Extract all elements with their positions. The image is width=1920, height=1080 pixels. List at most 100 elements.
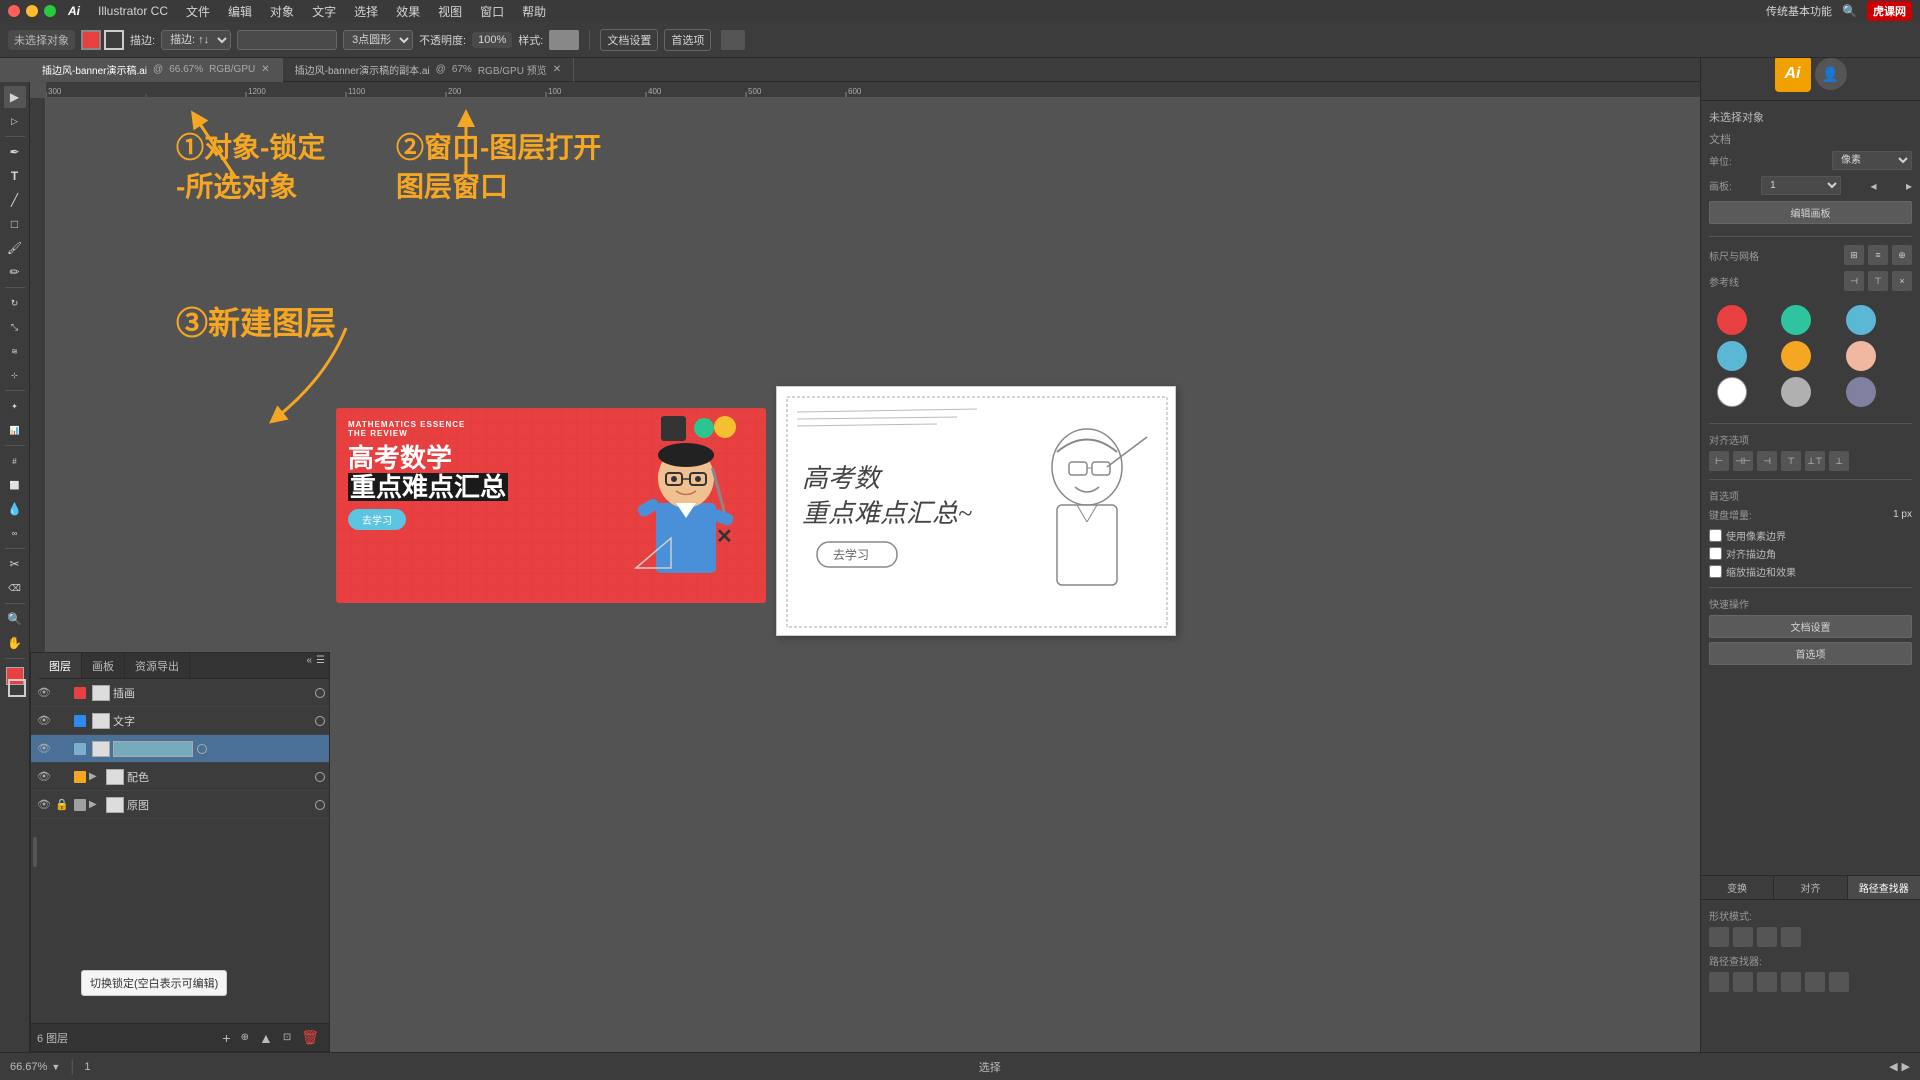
align-bottom-icon[interactable]: ⊥ xyxy=(1829,451,1849,471)
layer-expand-yuantu[interactable]: ▶ xyxy=(89,799,103,810)
shape-mode-unite[interactable] xyxy=(1709,927,1729,947)
menu-item-effect[interactable]: 效果 xyxy=(388,3,428,20)
gradient-tool[interactable]: ⬜ xyxy=(4,474,26,496)
edit-board-button[interactable]: 编辑画板 xyxy=(1709,201,1912,224)
guide-clear-icon[interactable]: × xyxy=(1892,271,1912,291)
color-swatch-orange[interactable] xyxy=(1781,341,1811,371)
layers-panel-options[interactable]: ☰ xyxy=(316,655,325,666)
layers-tab-boards[interactable]: 画板 xyxy=(82,653,125,678)
menu-item-text[interactable]: 文字 xyxy=(304,3,344,20)
layer-lock-yuantu[interactable]: 🔒 xyxy=(53,796,71,814)
pathfinder-5[interactable] xyxy=(1805,972,1825,992)
layer-row-yuantu[interactable]: 👁 🔒 ▶ 原图 xyxy=(31,791,329,819)
snap-icon[interactable]: ⊕ xyxy=(1892,245,1912,265)
color-swatch-gray[interactable] xyxy=(1781,377,1811,407)
color-swatch-teal[interactable] xyxy=(1781,305,1811,335)
layer-name-input[interactable] xyxy=(113,741,193,757)
layers-panel-collapse[interactable]: « xyxy=(306,655,312,666)
board-prev[interactable]: ◂ xyxy=(1871,179,1877,193)
pathfinder-4[interactable] xyxy=(1781,972,1801,992)
align-mid-icon[interactable]: ⊥⊤ xyxy=(1805,451,1825,471)
workspace-selector[interactable]: 传统基本功能 xyxy=(1766,3,1832,19)
layer-row-wenzi[interactable]: 👁 文字 xyxy=(31,707,329,735)
color-swatch-white[interactable] xyxy=(1717,377,1747,407)
layer-row-new[interactable]: 👁 xyxy=(31,735,329,763)
layers-collect-btn[interactable]: ⊡ xyxy=(279,1029,295,1046)
direct-selection-tool[interactable]: ▷ xyxy=(4,110,26,132)
guide-h-icon[interactable]: ⊣ xyxy=(1844,271,1864,291)
stroke-selector[interactable]: 描边: ↑↓ xyxy=(161,30,231,50)
align-top-icon[interactable]: ⊤ xyxy=(1781,451,1801,471)
layer-expand-peise[interactable]: ▶ xyxy=(89,771,103,782)
pathfinder-1[interactable] xyxy=(1709,972,1729,992)
menu-item-file[interactable]: 文件 xyxy=(178,3,218,20)
ruler-icon[interactable]: ≡ xyxy=(1868,245,1888,265)
align-left-icon[interactable]: ⊢ xyxy=(1709,451,1729,471)
layer-row-peise[interactable]: 👁 ▶ 配色 xyxy=(31,763,329,791)
layers-tab-export[interactable]: 资源导出 xyxy=(125,653,190,678)
tool-selector[interactable]: 未选择对象 xyxy=(8,30,75,50)
stroke-color[interactable] xyxy=(8,679,26,697)
panel-drag-handle[interactable] xyxy=(31,653,39,1051)
layer-lock-chua[interactable] xyxy=(53,684,71,702)
blend-tool[interactable]: ∞ xyxy=(4,522,26,544)
rectangle-tool[interactable]: □ xyxy=(4,213,26,235)
line-tool[interactable]: ╱ xyxy=(4,189,26,211)
quick-doc-settings-button[interactable]: 文档设置 xyxy=(1709,615,1912,638)
shape-selector[interactable]: 3点圆形 xyxy=(343,30,413,50)
mesh-tool[interactable]: # xyxy=(4,450,26,472)
tab-file-2[interactable]: 插边风-banner演示稿的副本.ai @ 67% RGB/GPU 预览 ✕ xyxy=(283,58,575,82)
color-swatch-peach[interactable] xyxy=(1846,341,1876,371)
scale-tool[interactable]: ⤡ xyxy=(4,316,26,338)
menu-item-object[interactable]: 对象 xyxy=(262,3,302,20)
selection-tool[interactable]: ▶ xyxy=(4,86,26,108)
align-right-icon[interactable]: ⊣ xyxy=(1757,451,1777,471)
column-graph-tool[interactable]: 📊 xyxy=(4,419,26,441)
menu-item-view[interactable]: 视图 xyxy=(430,3,470,20)
preferences-button[interactable]: 首选项 xyxy=(664,29,711,51)
pencil-tool[interactable]: ✏ xyxy=(4,261,26,283)
color-swatch-purple[interactable] xyxy=(1846,377,1876,407)
tab-2-close[interactable]: ✕ xyxy=(553,64,561,75)
user-avatar[interactable]: 👤 xyxy=(1815,58,1847,90)
layers-new-layer-btn[interactable]: + xyxy=(218,1029,234,1046)
search-icon[interactable]: 🔍 xyxy=(1842,4,1857,18)
artboard-nav-right[interactable]: ▶ xyxy=(1902,1060,1910,1073)
tab-1-close[interactable]: ✕ xyxy=(261,64,269,75)
doc-settings-button[interactable]: 文档设置 xyxy=(600,29,658,51)
close-button[interactable] xyxy=(8,5,20,17)
layer-lock-new[interactable] xyxy=(53,740,71,758)
shape-mode-minus[interactable] xyxy=(1733,927,1753,947)
round-corners-checkbox[interactable] xyxy=(1709,547,1722,560)
layers-tab-layers[interactable]: 图层 xyxy=(39,653,82,678)
shape-mode-exclude[interactable] xyxy=(1781,927,1801,947)
layers-new-sublayer-btn[interactable]: ⊕ xyxy=(237,1029,253,1046)
opacity-value[interactable]: 100% xyxy=(472,32,512,48)
eyedropper-tool[interactable]: 💧 xyxy=(4,498,26,520)
menu-item-help[interactable]: 帮助 xyxy=(514,3,554,20)
menu-item-edit[interactable]: 编辑 xyxy=(220,3,260,20)
layers-move-up-btn[interactable]: ▲ xyxy=(255,1029,277,1046)
free-transform-tool[interactable]: ⊹ xyxy=(4,364,26,386)
snap-pixel-checkbox[interactable] xyxy=(1709,529,1722,542)
pathfinder-6[interactable] xyxy=(1829,972,1849,992)
layers-delete-btn[interactable]: 🗑 xyxy=(297,1029,323,1046)
align-center-icon[interactable]: ⊣⊢ xyxy=(1733,451,1753,471)
hand-tool[interactable]: ✋ xyxy=(4,632,26,654)
warp-tool[interactable]: ≋ xyxy=(4,340,26,362)
zoom-down[interactable]: ▼ xyxy=(51,1062,60,1072)
pathfinder-3[interactable] xyxy=(1757,972,1777,992)
symbol-sprayer-tool[interactable]: ✦ xyxy=(4,395,26,417)
paintbrush-tool[interactable]: 🖌 xyxy=(4,237,26,259)
type-tool[interactable]: T xyxy=(4,165,26,187)
quick-preferences-button[interactable]: 首选项 xyxy=(1709,642,1912,665)
color-swatch-blue[interactable] xyxy=(1846,305,1876,335)
rp-bottom-tab-pathfinder[interactable]: 路径查找器 xyxy=(1848,876,1920,899)
board-next[interactable]: ▸ xyxy=(1906,179,1912,193)
fullscreen-button[interactable] xyxy=(44,5,56,17)
pathfinder-2[interactable] xyxy=(1733,972,1753,992)
scissors-tool[interactable]: ✂ xyxy=(4,553,26,575)
board-selector[interactable]: 1 xyxy=(1761,176,1841,195)
tab-file-1[interactable]: 插边风-banner演示稿.ai @ 66.67% RGB/GPU ✕ xyxy=(30,58,283,82)
layer-row-chua[interactable]: 👁 插画 xyxy=(31,679,329,707)
